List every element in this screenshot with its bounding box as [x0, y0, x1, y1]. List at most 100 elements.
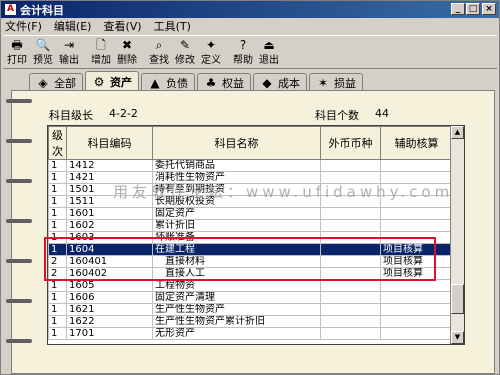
table-cell — [380, 159, 453, 172]
table-cell: 生产性生物资产累计折旧 — [152, 315, 321, 328]
table-row[interactable]: 1 1605 工程物资 — [48, 279, 453, 292]
table-cell: 1602 — [66, 219, 153, 232]
table-cell: 1412 — [66, 159, 153, 172]
preview-icon: 🔍 — [35, 38, 51, 52]
tab-2[interactable]: ▲ 负债 — [141, 73, 195, 91]
col-header-currency[interactable]: 外币币种 — [320, 126, 381, 160]
vertical-scrollbar[interactable]: ▲ ▼ — [450, 126, 464, 344]
count-label: 科目个数 — [315, 109, 359, 122]
toolbar-button-label: 修改 — [175, 55, 195, 66]
tab-5[interactable]: ✶ 损益 — [309, 73, 363, 91]
level-label: 科目级长 — [49, 109, 93, 122]
toolbar-button-6[interactable]: ✎ 修改 — [173, 36, 197, 68]
table-cell: 1621 — [66, 303, 153, 316]
tab-label: 全部 — [54, 76, 76, 90]
table-cell: 1701 — [66, 327, 153, 340]
delete-icon: ✖ — [121, 38, 133, 52]
toolbar-button-8[interactable]: ? 帮助 — [231, 36, 255, 68]
table-cell: 1 — [48, 291, 67, 304]
toolbar-button-4[interactable]: ✖ 删除 — [115, 36, 139, 68]
title-bar: A 会计科目 _ □ × — [1, 1, 499, 18]
table-cell: 工程物资 — [152, 279, 321, 292]
table-cell: 1 — [48, 171, 67, 184]
table-cell — [380, 219, 453, 232]
header-row: 级次 科目编码 科目名称 外币币种 辅助核算 — [48, 126, 453, 160]
profit-loss-icon: ✶ — [317, 75, 329, 90]
count-value: 44 — [375, 107, 389, 120]
table-row[interactable]: 1 1606 固定资产清理 — [48, 291, 453, 304]
table-row[interactable]: 1 1621 生产性生物资产 — [48, 303, 453, 316]
toolbar-button-1[interactable]: 🔍 预览 — [31, 36, 55, 68]
tab-4[interactable]: ◆ 成本 — [253, 73, 307, 91]
tab-label: 权益 — [222, 76, 244, 90]
watermark-text: 用友软件论坛：www.ufidawhy.com — [113, 183, 454, 201]
table-cell: 1 — [48, 327, 67, 340]
table-row[interactable]: 1 1412 委托代销商品 — [48, 159, 453, 172]
table-cell: 1605 — [66, 279, 153, 292]
binder-ring — [6, 339, 32, 343]
toolbar-button-label: 删除 — [117, 55, 137, 66]
scroll-down-icon[interactable]: ▼ — [451, 331, 464, 344]
toolbar-button-5[interactable]: ⌕ 查找 — [147, 36, 171, 68]
table-cell: 1 — [48, 207, 67, 220]
table-cell: 生产性生物资产 — [152, 303, 321, 316]
edit-icon: ✎ — [179, 38, 191, 52]
account-subjects-window: A 会计科目 _ □ × 文件(F) 编辑(E) 查看(V) 工具(T) 🖶 打印… — [0, 0, 500, 375]
toolbar-button-7[interactable]: ✦ 定义 — [199, 36, 223, 68]
menu-file[interactable]: 文件(F) — [5, 18, 42, 34]
toolbar-button-2[interactable]: ⇥ 输出 — [57, 36, 81, 68]
table-cell: 累计折旧 — [152, 219, 321, 232]
toolbar-button-9[interactable]: ⏏ 退出 — [257, 36, 281, 68]
tab-1[interactable]: ⚙ 资产 — [85, 71, 139, 91]
table-cell — [320, 327, 381, 340]
menu-view[interactable]: 查看(V) — [103, 18, 141, 34]
tab-3[interactable]: ♣ 权益 — [197, 73, 251, 91]
col-header-level[interactable]: 级次 — [48, 126, 67, 160]
tab-label: 负债 — [166, 76, 188, 90]
col-header-name[interactable]: 科目名称 — [152, 126, 321, 160]
liability-icon: ▲ — [150, 75, 160, 90]
minimize-button[interactable]: _ — [451, 3, 465, 15]
menu-edit[interactable]: 编辑(E) — [54, 18, 92, 34]
toolbar: 🖶 打印 🔍 预览 ⇥ 输出 🗋 增加 ✖ 删除 ⌕ 查找 ✎ 修改 ✦ 定义 ? 帮助 ⏏ 退出 — [3, 35, 497, 69]
toolbar-button-0[interactable]: 🖶 打印 — [5, 36, 29, 68]
col-header-code[interactable]: 科目编码 — [66, 126, 153, 160]
printer-icon: 🖶 — [11, 38, 23, 52]
toolbar-button-label: 帮助 — [233, 55, 253, 66]
highlight-annotation — [44, 237, 436, 281]
define-icon: ✦ — [205, 38, 217, 52]
table-cell — [380, 315, 453, 328]
level-value: 4-2-2 — [109, 107, 138, 120]
table-cell: 1 — [48, 279, 67, 292]
table-cell — [320, 159, 381, 172]
tab-0[interactable]: ◈ 全部 — [29, 73, 83, 91]
table-row[interactable]: 1 1601 固定资产 — [48, 207, 453, 220]
all-icon: ◈ — [38, 75, 48, 90]
table-row[interactable]: 1 1622 生产性生物资产累计折旧 — [48, 315, 453, 328]
category-tabs: ◈ 全部 ⚙ 资产 ▲ 负债 ♣ 权益 ◆ 成本 ✶ 损益 — [29, 71, 365, 91]
table-row[interactable]: 1 1602 累计折旧 — [48, 219, 453, 232]
app-icon: A — [5, 4, 16, 15]
table-cell — [320, 207, 381, 220]
col-header-auxiliary[interactable]: 辅助核算 — [380, 126, 453, 160]
menu-bar: 文件(F) 编辑(E) 查看(V) 工具(T) — [1, 18, 499, 34]
toolbar-button-3[interactable]: 🗋 增加 — [89, 36, 113, 68]
table-cell: 固定资产清理 — [152, 291, 321, 304]
menu-tools[interactable]: 工具(T) — [154, 18, 191, 34]
account-grid[interactable]: 级次 科目编码 科目名称 外币币种 辅助核算 1 1412 委托代销商品 1 1421 消… — [47, 125, 465, 345]
find-icon: ⌕ — [155, 38, 163, 52]
scroll-thumb[interactable] — [451, 284, 464, 314]
toolbar-button-label: 输出 — [59, 55, 79, 66]
scroll-up-icon[interactable]: ▲ — [451, 126, 464, 139]
maximize-button[interactable]: □ — [466, 3, 480, 15]
table-cell — [320, 279, 381, 292]
binder-ring — [6, 219, 32, 223]
table-cell — [380, 207, 453, 220]
toolbar-button-label: 退出 — [259, 55, 279, 66]
cost-icon: ◆ — [262, 75, 272, 90]
table-row[interactable]: 1 1701 无形资产 — [48, 327, 453, 340]
table-cell: 1601 — [66, 207, 153, 220]
close-button[interactable]: × — [482, 3, 496, 15]
binder-ring — [6, 99, 32, 103]
table-cell: 1 — [48, 183, 67, 196]
